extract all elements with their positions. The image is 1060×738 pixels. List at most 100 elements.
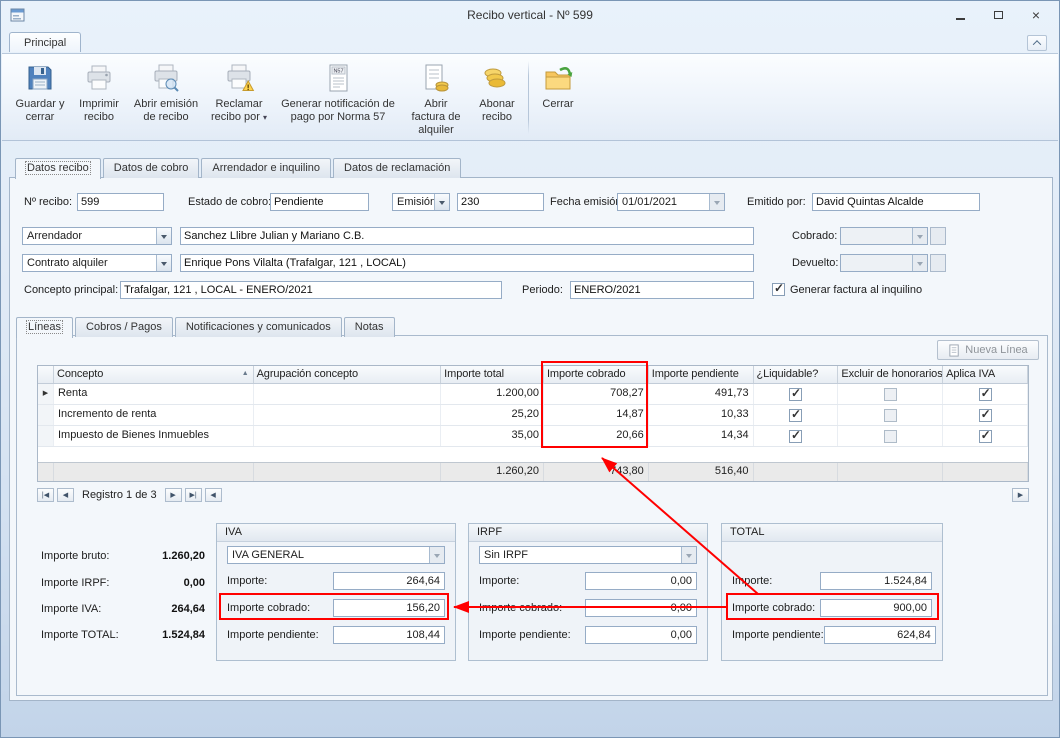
combo-arrow-icon[interactable] (156, 228, 171, 244)
contrato-alquiler-combo[interactable]: Contrato alquiler (22, 254, 172, 272)
tab-datos-de-cobro[interactable]: Datos de cobro (103, 158, 200, 178)
contrato-alquiler-input[interactable]: Enrique Pons Vilalta (Trafalgar, 121 , L… (180, 254, 754, 272)
tab-notas[interactable]: Notas (344, 317, 395, 337)
minimize-icon (956, 18, 965, 20)
num-recibo-input[interactable]: 599 (77, 193, 164, 211)
nav-next-button[interactable]: ▶ (165, 488, 182, 502)
grid-header-importe-cobrado[interactable]: Importe cobrado (544, 366, 649, 383)
ribbon-tab-strip: Principal (1, 31, 1059, 53)
record-navigator: |◀ ◀ Registro 1 de 3 ▶ ▶| ◀ ▶ (37, 487, 1029, 503)
tab-arrendador-inquilino[interactable]: Arrendador e inquilino (201, 158, 331, 178)
cell-agrupacion[interactable] (254, 384, 442, 404)
current-row-marker-icon: ▶ (43, 390, 48, 397)
total-importe-total: 1.260,20 (441, 463, 544, 481)
cell-concepto[interactable]: Impuesto de Bienes Inmuebles (54, 426, 254, 446)
cell-importe-total[interactable]: 35,00 (441, 426, 544, 446)
total-group-title: TOTAL (722, 524, 942, 542)
maximize-button[interactable] (989, 8, 1007, 22)
liquidable-checkbox[interactable] (789, 409, 802, 422)
open-receipt-issue-button[interactable]: Abrir emisión de recibo (129, 57, 203, 138)
cell-importe-cobrado[interactable]: 20,66 (544, 426, 649, 446)
save-close-button[interactable]: Guardar y cerrar (11, 57, 69, 138)
nav-first-button[interactable]: |◀ (37, 488, 54, 502)
concepto-principal-input[interactable]: Trafalgar, 121 , LOCAL - ENERO/2021 (120, 281, 502, 299)
date-dropdown-icon (709, 194, 724, 210)
cell-concepto[interactable]: Renta (54, 384, 254, 404)
scroll-right-button[interactable]: ▶ (1012, 488, 1029, 502)
cell-concepto[interactable]: Incremento de renta (54, 405, 254, 425)
excluir-honorarios-checkbox[interactable] (884, 388, 897, 401)
periodo-input[interactable]: ENERO/2021 (570, 281, 754, 299)
estado-cobro-input[interactable]: Pendiente (270, 193, 369, 211)
grid-header-liquidable[interactable]: ¿Liquidable? (754, 366, 839, 383)
fecha-emision-field[interactable]: 01/01/2021 (617, 193, 725, 211)
cell-importe-pendiente[interactable]: 10,33 (649, 405, 754, 425)
generar-factura-checkbox[interactable] (772, 283, 785, 296)
grid-header-importe-pendiente[interactable]: Importe pendiente (649, 366, 754, 383)
claim-receipt-button[interactable]: Reclamar recibo por ▾ (205, 57, 273, 138)
scroll-left-button[interactable]: ◀ (205, 488, 222, 502)
tab-lineas[interactable]: Líneas (16, 317, 73, 338)
combo-arrow-icon[interactable] (156, 255, 171, 271)
cell-importe-total[interactable]: 25,20 (441, 405, 544, 425)
cell-aplica-iva (943, 384, 1028, 404)
excluir-honorarios-checkbox[interactable] (884, 430, 897, 443)
tab-cobros-pagos[interactable]: Cobros / Pagos (75, 317, 173, 337)
grid-row[interactable]: Incremento de renta 25,20 14,87 10,33 (38, 405, 1028, 426)
ribbon-tab-principal[interactable]: Principal (9, 32, 81, 52)
norma57-notification-button[interactable]: N57 Generar notificación de pago por Nor… (275, 57, 401, 138)
nav-last-button[interactable]: ▶| (185, 488, 202, 502)
arrendador-combo[interactable]: Arrendador (22, 227, 172, 245)
cell-excluir-honorarios (838, 384, 943, 404)
grid-header-aplica-iva[interactable]: Aplica IVA (943, 366, 1028, 383)
cell-excluir-honorarios (838, 405, 943, 425)
combo-arrow-icon[interactable] (434, 194, 449, 210)
tab-datos-reclamacion[interactable]: Datos de reclamación (333, 158, 461, 178)
cell-importe-cobrado[interactable]: 708,27 (544, 384, 649, 404)
open-rental-invoice-button[interactable]: Abrir factura de alquiler (403, 57, 469, 138)
cell-importe-cobrado[interactable]: 14,87 (544, 405, 649, 425)
aplica-iva-checkbox[interactable] (979, 409, 992, 422)
grid-row[interactable]: ▶ Renta 1.200,00 708,27 491,73 (38, 384, 1028, 405)
grid-row[interactable]: Impuesto de Bienes Inmuebles 35,00 20,66… (38, 426, 1028, 447)
aplica-iva-checkbox[interactable] (979, 430, 992, 443)
cell-agrupacion[interactable] (254, 426, 442, 446)
nav-prev-button[interactable]: ◀ (57, 488, 74, 502)
close-folder-icon (542, 62, 574, 94)
credit-receipt-button[interactable]: Abonar recibo (471, 57, 523, 138)
open-receipt-issue-icon (150, 62, 182, 94)
num-recibo-label: Nº recibo: (24, 193, 72, 211)
close-window-button[interactable]: Cerrar (534, 57, 582, 138)
new-line-icon (948, 344, 961, 357)
sort-asc-icon: ▲ (242, 370, 249, 377)
arrendador-input[interactable]: Sanchez Llibre Julian y Mariano C.B. (180, 227, 754, 245)
ribbon-collapse-button[interactable] (1027, 35, 1047, 51)
print-receipt-button[interactable]: Imprimir recibo (71, 57, 127, 138)
grid-header-agrupacion[interactable]: Agrupación concepto (254, 366, 442, 383)
emision-combo[interactable]: Emisión (392, 193, 450, 211)
tab-datos-recibo[interactable]: Datos recibo (15, 158, 101, 179)
inner-tab-strip: Líneas Cobros / Pagos Notificaciones y c… (16, 317, 395, 338)
cell-importe-total[interactable]: 1.200,00 (441, 384, 544, 404)
cell-agrupacion[interactable] (254, 405, 442, 425)
emision-value-input[interactable]: 230 (457, 193, 544, 211)
grid-header-concepto[interactable]: Concepto▲ (54, 366, 254, 383)
importe-iva-value: 264,64 (115, 603, 205, 615)
cell-importe-pendiente[interactable]: 14,34 (649, 426, 754, 446)
cell-liquidable (754, 384, 839, 404)
grid-header-importe-total[interactable]: Importe total (441, 366, 544, 383)
liquidable-checkbox[interactable] (789, 388, 802, 401)
minimize-button[interactable] (951, 8, 969, 22)
liquidable-checkbox[interactable] (789, 430, 802, 443)
close-button[interactable]: × (1027, 8, 1045, 22)
excluir-honorarios-checkbox[interactable] (884, 409, 897, 422)
datos-recibo-panel: Nº recibo: 599 Estado de cobro: Pendient… (9, 177, 1053, 701)
aplica-iva-checkbox[interactable] (979, 388, 992, 401)
cell-importe-pendiente[interactable]: 491,73 (649, 384, 754, 404)
emitido-por-input[interactable]: David Quintas Alcalde (812, 193, 980, 211)
importe-total-label: Importe TOTAL: (41, 629, 119, 641)
new-line-button[interactable]: Nueva Línea (937, 340, 1039, 360)
irpf-importe-pendiente-value: 0,00 (585, 626, 697, 644)
tab-notificaciones[interactable]: Notificaciones y comunicados (175, 317, 342, 337)
grid-header-excluir-honorarios[interactable]: Excluir de honorarios (838, 366, 943, 383)
